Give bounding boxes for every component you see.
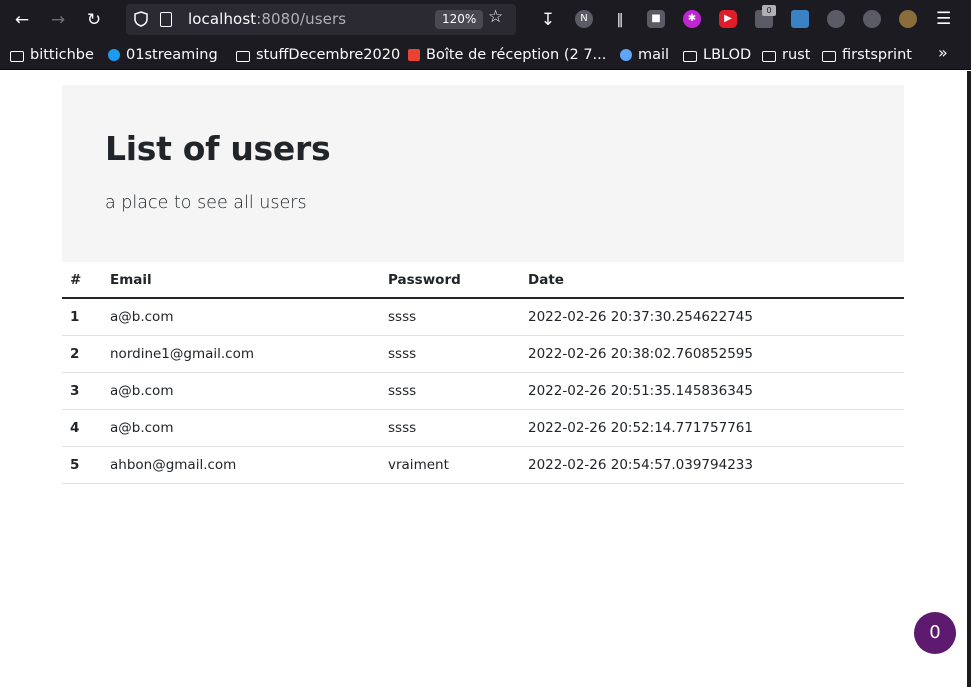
library-icon[interactable]: ‖ (608, 8, 632, 32)
row-index: 4 (62, 409, 102, 447)
row-date: 2022-02-26 20:37:30.254622745 (520, 298, 904, 336)
row-password: ssss (380, 335, 520, 373)
counter-floating-button[interactable]: 0 (914, 612, 956, 654)
bookmark-mail[interactable]: mail (620, 45, 669, 65)
window-edge (967, 71, 971, 687)
column-header-email: Email (102, 262, 380, 299)
downloads-icon[interactable]: ↧ (536, 8, 560, 32)
extension-lock-icon[interactable]: ■ (647, 10, 665, 28)
row-index: 5 (62, 446, 102, 484)
page-content: List of users a place to see all users #… (0, 71, 967, 687)
users-table: # Email Password Date 1 a@b.com ssss 202… (62, 262, 904, 484)
back-arrow-icon[interactable]: ← (10, 8, 34, 32)
table-row: 2 nordine1@gmail.com ssss 2022-02-26 20:… (62, 335, 904, 373)
page-subtitle: a place to see all users (105, 193, 307, 213)
folder-icon (10, 50, 24, 62)
bookmark-lblod[interactable]: LBLOD (683, 45, 751, 65)
row-email: nordine1@gmail.com (102, 335, 380, 373)
column-header-index: # (62, 262, 102, 299)
bookmarks-bar: bittichbe 01streaming stuffDecembre2020 … (0, 39, 971, 70)
row-email: a@b.com (102, 409, 380, 447)
bookmark-star-icon[interactable]: ☆ (488, 7, 503, 27)
extension-cloud-icon[interactable] (827, 10, 845, 28)
url-bar[interactable]: localhost:8080/users 120% ☆ (126, 4, 516, 35)
column-header-password: Password (380, 262, 520, 299)
row-index: 2 (62, 335, 102, 373)
row-index: 1 (62, 298, 102, 336)
zoom-level-badge[interactable]: 120% (435, 10, 484, 29)
extension-window-icon[interactable] (791, 10, 809, 28)
folder-icon (822, 50, 836, 62)
row-password: ssss (380, 372, 520, 410)
row-email: a@b.com (102, 298, 380, 336)
row-password: vraiment (380, 446, 520, 484)
site-icon (620, 49, 632, 61)
table-row: 3 a@b.com ssss 2022-02-26 20:51:35.14583… (62, 372, 904, 410)
extension-animal-icon[interactable] (899, 10, 917, 28)
column-header-date: Date (520, 262, 904, 299)
row-password: ssss (380, 409, 520, 447)
bookmark-gmail[interactable]: Boîte de réception (2 7... (408, 45, 606, 65)
row-index: 3 (62, 372, 102, 410)
extension-person-icon[interactable] (863, 10, 881, 28)
page-title: List of users (105, 129, 331, 168)
youtube-icon[interactable]: ▶ (719, 10, 737, 28)
row-date: 2022-02-26 20:52:14.771757761 (520, 409, 904, 447)
folder-icon (683, 50, 697, 62)
row-date: 2022-02-26 20:38:02.760852595 (520, 335, 904, 373)
more-bookmarks-chevron-icon[interactable]: » (938, 43, 948, 62)
extension-n-icon[interactable]: N (575, 10, 593, 28)
reload-icon[interactable]: ↻ (82, 8, 106, 32)
row-email: a@b.com (102, 372, 380, 410)
header-jumbotron: List of users a place to see all users (62, 85, 904, 262)
forward-arrow-icon[interactable]: → (46, 8, 70, 32)
table-row: 1 a@b.com ssss 2022-02-26 20:37:30.25462… (62, 298, 904, 336)
browser-toolbar: ← → ↻ localhost:8080/users 120% ☆ ↧ N ‖ … (0, 0, 971, 39)
gmail-icon (408, 49, 420, 61)
folder-icon (762, 50, 776, 62)
page-info-icon[interactable] (160, 12, 172, 27)
row-date: 2022-02-26 20:54:57.039794233 (520, 446, 904, 484)
site-icon (108, 49, 120, 61)
bookmark-rust[interactable]: rust (762, 45, 810, 65)
hamburger-menu-icon[interactable]: ☰ (936, 9, 951, 29)
table-header-row: # Email Password Date (62, 262, 904, 299)
bookmark-firstsprint[interactable]: firstsprint (822, 45, 912, 65)
folder-icon (236, 50, 250, 62)
url-text[interactable]: localhost:8080/users (188, 10, 346, 28)
row-date: 2022-02-26 20:51:35.145836345 (520, 372, 904, 410)
table-row: 5 ahbon@gmail.com vraiment 2022-02-26 20… (62, 446, 904, 484)
table-row: 4 a@b.com ssss 2022-02-26 20:52:14.77175… (62, 409, 904, 447)
bookmark-bittichbe[interactable]: bittichbe (10, 45, 94, 65)
shield-icon[interactable] (134, 11, 148, 27)
row-password: ssss (380, 298, 520, 336)
extension-star-icon[interactable]: ✱ (683, 10, 701, 28)
notification-badge: 0 (762, 5, 776, 16)
bookmark-stuffdecembre2020[interactable]: stuffDecembre2020 (236, 45, 400, 65)
bookmark-01streaming[interactable]: 01streaming (108, 45, 218, 65)
row-email: ahbon@gmail.com (102, 446, 380, 484)
